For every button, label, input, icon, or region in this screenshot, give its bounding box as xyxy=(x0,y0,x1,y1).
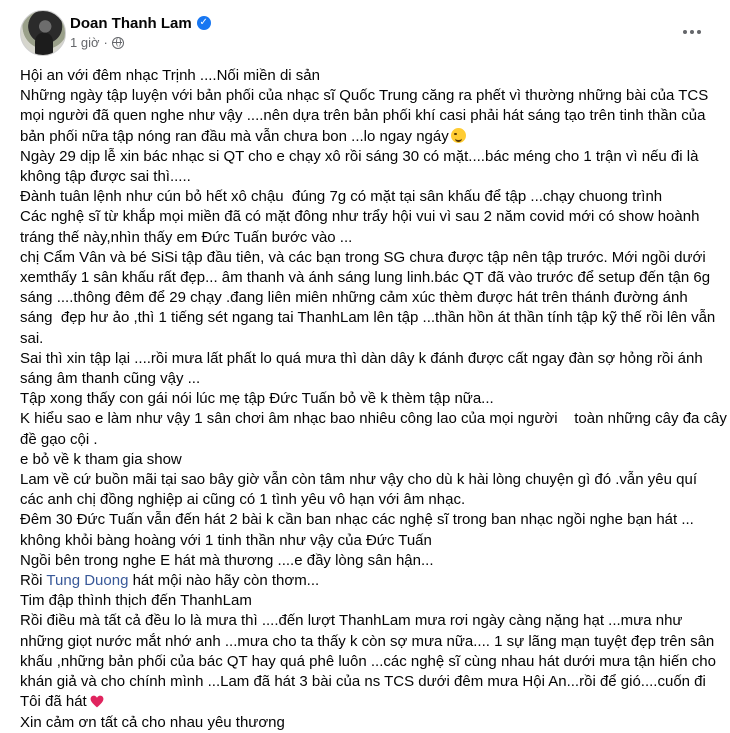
post-line: sai. xyxy=(20,329,44,347)
post-line-text: bản phối nữa tập nóng ran đầu mà vẫn chư… xyxy=(20,127,449,145)
post-line: e bỏ về k tham gia show xyxy=(20,450,182,468)
post-meta: 1 giờ · xyxy=(70,35,124,50)
post-line: sáng âm thanh cũng vậy ... xyxy=(20,370,201,388)
post-line: Đêm 30 Đức Tuấn vẫn đến hát 2 bài k cần … xyxy=(20,511,694,529)
post-line: sáng đẹp hư ảo ,thì 1 tiếng sét ngang ta… xyxy=(20,309,716,327)
mention-link-tung-duong[interactable]: Tung Duong xyxy=(46,572,128,589)
post-line: tráng thế này,nhìn thấy em Đức Tuấn bước… xyxy=(20,228,353,246)
verified-badge-icon: ✓ xyxy=(196,16,211,30)
facebook-post: Doan Thanh Lam ✓ 1 giờ · Hội an với đêm … xyxy=(0,0,730,732)
post-header: Doan Thanh Lam ✓ 1 giờ · xyxy=(16,10,730,60)
post-line: khán giả và cho chính mình ...Lam đã hát… xyxy=(20,673,706,691)
post-line: những giọt nước mắt nhớ anh ...mưa cho t… xyxy=(20,632,715,650)
post-line: mọi người đã quen nghe như vậy ....nên d… xyxy=(20,107,706,125)
post-line: Đành tuân lệnh như cún bỏ hết xô chậu đú… xyxy=(20,188,663,206)
post-line: Xin cảm ơn tất cả cho nhau yêu thương xyxy=(20,713,285,731)
mention-prefix: Rồi xyxy=(20,572,47,590)
post-line-text: Tôi đã hát xyxy=(20,693,87,711)
more-dot xyxy=(697,30,701,34)
post-line: K hiểu sao e làm như vậy 1 sân chơi âm n… xyxy=(20,410,727,428)
post-line: không khỏi bàng hoàng với 1 tinh thần nh… xyxy=(20,531,432,549)
post-line: chị Cẩm Vân và bé SiSi tập đầu tiên, và … xyxy=(20,248,706,266)
mention-suffix: hát mội nào hãy còn thơm... xyxy=(128,572,320,590)
post-line: Tập xong thấy con gái nói lúc mẹ tập Đức… xyxy=(20,390,494,408)
meta-separator: · xyxy=(103,35,108,50)
wink-emoji-icon xyxy=(450,127,466,143)
post-timestamp[interactable]: 1 giờ xyxy=(70,35,100,50)
post-line: Hội an với đêm nhạc Trịnh ....Nối miền d… xyxy=(20,67,320,84)
post-line: Lam về cứ buồn mãi tại sao bây giờ vẫn c… xyxy=(20,471,697,489)
author-row: Doan Thanh Lam ✓ xyxy=(70,13,211,33)
post-line: Các nghệ sĩ từ khắp mọi miền đã có mặt đ… xyxy=(20,208,700,226)
post-line: Những ngày tập luyện với bản phối của nh… xyxy=(20,87,709,105)
post-line-mention: Rồi Tung Duong hát mội nào hãy còn thơm.… xyxy=(20,571,720,591)
author-name[interactable]: Doan Thanh Lam xyxy=(70,15,192,32)
post-text: Hội an với đêm nhạc Trịnh ....Nối miền d… xyxy=(20,66,727,733)
more-options-icon xyxy=(683,30,687,34)
post-line: Rồi điều mà tất cả đều lo là mưa thì ...… xyxy=(20,612,683,630)
avatar[interactable] xyxy=(20,10,66,56)
post-line: đề gạo cội . xyxy=(20,430,98,448)
post-line: Tôi đã hát xyxy=(20,692,720,712)
post-line: khấu ,những bản phối của bác QT hay quá … xyxy=(20,652,716,670)
post-line: Tim đập thình thịch đến ThanhLam xyxy=(20,592,252,610)
post-line: Ngày 29 dịp lễ xin bác nhạc si QT cho e … xyxy=(20,147,699,165)
post-line: Sai thì xin tập lại ....rồi mưa lất phất… xyxy=(20,349,703,367)
post-line: Ngồi bên trong nghe E hát mà thương ....… xyxy=(20,551,434,569)
post-line: không tập được sai thì..... xyxy=(20,168,191,186)
more-dot xyxy=(690,30,694,34)
post-line: sáng ....thông đêm để 29 chạy .đang liên… xyxy=(20,289,688,307)
more-options-button[interactable] xyxy=(674,20,710,44)
post-line: các anh chị đồng nghiệp ai cũng có 1 tìn… xyxy=(20,491,466,509)
red-heart-icon xyxy=(90,695,104,708)
post-line: xemthấy 1 sân khấu rất đẹp... âm thanh v… xyxy=(20,269,711,287)
globe-icon[interactable] xyxy=(111,36,124,49)
post-line: bản phối nữa tập nóng ran đầu mà vẫn chư… xyxy=(20,127,720,147)
